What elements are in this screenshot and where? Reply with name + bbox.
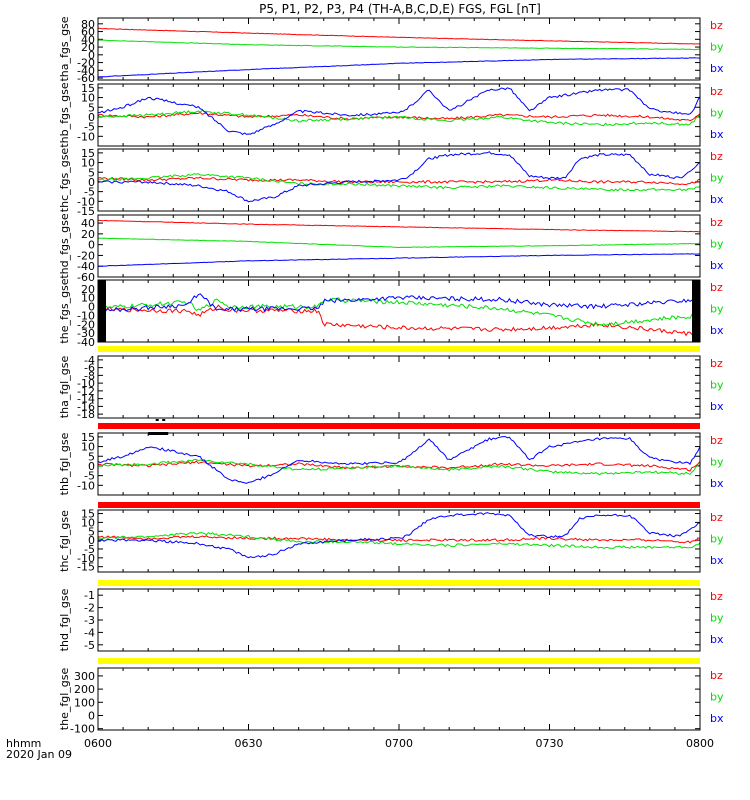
legend-by: by <box>710 612 724 625</box>
legend-bx: bx <box>710 128 724 141</box>
legend-bz: bz <box>710 511 723 524</box>
status-bar-red <box>98 502 700 508</box>
y-axis-label-thc_fgs_gse: thc_fgs_gse <box>58 148 71 213</box>
x-tick-label-0730: 0730 <box>536 737 564 750</box>
y-tick-label: 15 <box>81 82 95 95</box>
legend-bx: bx <box>710 259 724 272</box>
legend-bz: bz <box>710 150 723 163</box>
x-tick-label-0700: 0700 <box>385 737 413 750</box>
y-axis-label-tha_fgl_gse: tha_fgl_gse <box>58 356 71 419</box>
fgs-fgl-multipanel-chart: P5, P1, P2, P3, P4 (TH-A,B,C,D,E) FGS, F… <box>0 0 750 800</box>
y-tick-label: 20 <box>81 283 95 296</box>
y-tick-label: -100 <box>70 723 95 736</box>
status-bar-red <box>98 423 700 429</box>
legend-bz: bz <box>710 434 723 447</box>
status-bar-yellow <box>98 346 700 352</box>
y-tick-label: 200 <box>74 683 95 696</box>
x-tick-label-0630: 0630 <box>235 737 263 750</box>
legend-by: by <box>710 41 724 54</box>
y-tick-label: -5 <box>84 639 95 652</box>
legend-bz: bz <box>710 85 723 98</box>
data-gap-block-left <box>98 280 106 342</box>
legend-bx: bx <box>710 712 724 725</box>
y-axis-label-thd_fgs_gse: thd_fgs_gse <box>58 213 71 279</box>
y-tick-label: 15 <box>81 431 95 444</box>
legend-by: by <box>710 172 724 185</box>
legend-by: by <box>710 379 724 392</box>
coverage-dot <box>155 419 159 421</box>
chart-background <box>0 0 750 800</box>
legend-by: by <box>710 107 724 120</box>
status-bar-yellow <box>98 658 700 664</box>
legend-bz: bz <box>710 216 723 229</box>
y-axis-label-tha_fgs_gse: tha_fgs_gse <box>58 16 71 81</box>
legend-by: by <box>710 238 724 251</box>
y-axis-label-the_fgs_gse: the_fgs_gse <box>58 278 71 343</box>
chart-title: P5, P1, P2, P3, P4 (TH-A,B,C,D,E) FGS, F… <box>259 2 541 16</box>
y-tick-label: 80 <box>81 18 95 31</box>
legend-bx: bx <box>710 62 724 75</box>
y-tick-label: -1 <box>84 589 95 602</box>
coverage-dot <box>162 419 166 421</box>
y-axis-label-thc_fgl_gse: thc_fgl_gse <box>58 510 71 572</box>
legend-bx: bx <box>710 324 724 337</box>
legend-bx: bx <box>710 554 724 567</box>
data-gap-block-right <box>692 280 700 342</box>
legend-bx: bx <box>710 400 724 413</box>
y-tick-label: -2 <box>84 602 95 615</box>
y-tick-label: 0 <box>88 709 95 722</box>
x-tick-label-0600: 0600 <box>84 737 112 750</box>
y-tick-label: 40 <box>81 217 95 230</box>
y-tick-label: -3 <box>84 614 95 627</box>
y-axis-label-thb_fgl_gse: thb_fgl_gse <box>58 432 71 495</box>
y-tick-label: 15 <box>81 147 95 160</box>
legend-by: by <box>710 303 724 316</box>
y-axis-label-thd_fgl_gse: thd_fgl_gse <box>58 588 71 651</box>
x-tick-label-0800: 0800 <box>686 737 714 750</box>
x-label-line-2: 2020 Jan 09 <box>6 748 72 761</box>
y-tick-label: 15 <box>81 508 95 521</box>
legend-bx: bx <box>710 633 724 646</box>
y-tick-label: -4 <box>84 626 95 639</box>
legend-bz: bz <box>710 357 723 370</box>
coverage-mark <box>148 432 169 435</box>
status-bar-yellow <box>98 580 700 586</box>
legend-bz: bz <box>710 19 723 32</box>
y-tick-label: -4 <box>84 354 95 367</box>
legend-by: by <box>710 691 724 704</box>
y-tick-label: 300 <box>74 670 95 683</box>
legend-bz: bz <box>710 590 723 603</box>
y-axis-label-the_fgl_gse: the_fgl_gse <box>58 668 71 731</box>
legend-bz: bz <box>710 669 723 682</box>
y-axis-label-thb_fgs_gse: thb_fgs_gse <box>58 82 71 148</box>
legend-bz: bz <box>710 281 723 294</box>
legend-bx: bx <box>710 193 724 206</box>
y-tick-label: 100 <box>74 696 95 709</box>
legend-by: by <box>710 533 724 546</box>
legend-bx: bx <box>710 477 724 490</box>
legend-by: by <box>710 456 724 469</box>
